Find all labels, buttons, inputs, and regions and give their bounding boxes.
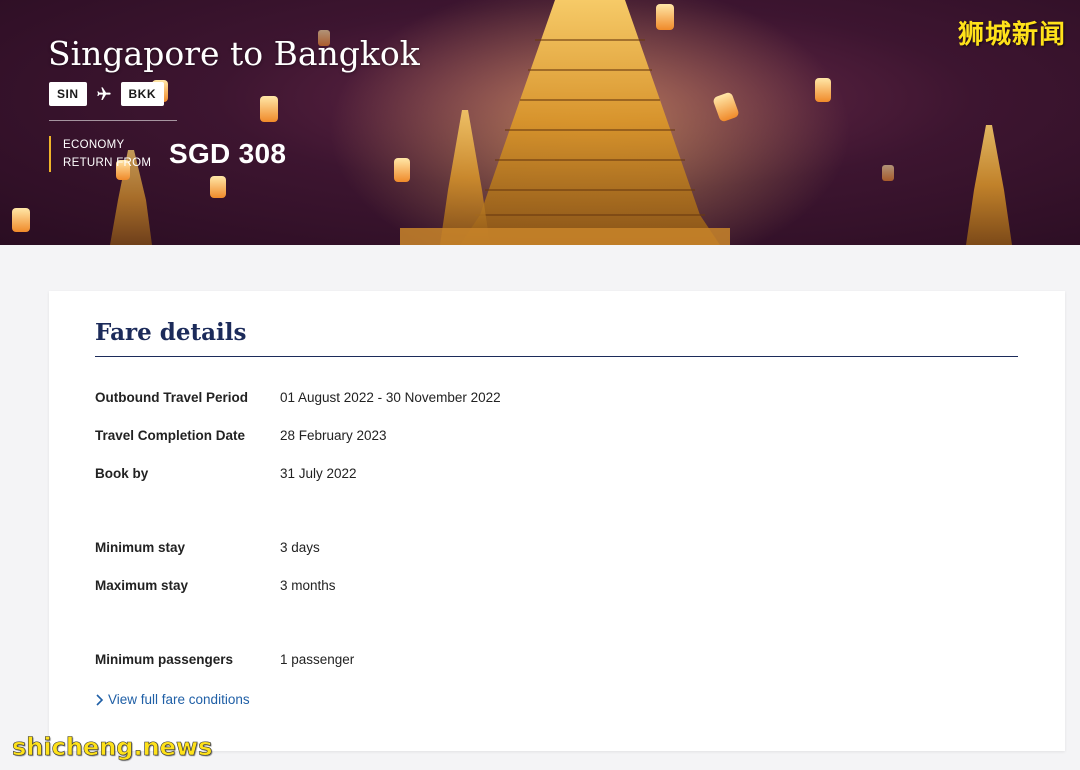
hero-banner: 狮城新闻 Singapore to Bangkok SIN BKK ECONOM… (0, 0, 1080, 245)
detail-label: Travel Completion Date (95, 428, 246, 443)
detail-label: Minimum stay (95, 540, 186, 555)
detail-value: 31 July 2022 (280, 466, 357, 481)
watermark-bottom: shicheng.news (12, 733, 213, 762)
detail-label: Outbound Travel Period (95, 390, 249, 405)
detail-value: 1 passenger (280, 652, 355, 667)
detail-value: 01 August 2022 - 30 November 2022 (280, 390, 501, 405)
fare-details-title: Fare details (95, 319, 247, 346)
view-fare-conditions-label: View full fare conditions (108, 692, 250, 707)
fare-details-card: Fare details Outbound Travel Period 01 A… (49, 291, 1065, 751)
detail-label: Book by (95, 466, 149, 481)
destination-code-badge: BKK (120, 82, 165, 106)
hero-divider (49, 120, 177, 121)
trip-type-label: RETURN FROM (63, 157, 152, 169)
chevron-right-icon (95, 693, 107, 707)
cabin-class-label: ECONOMY (63, 139, 125, 151)
origin-code-badge: SIN (49, 82, 87, 106)
detail-label: Minimum passengers (95, 652, 234, 667)
route-title: Singapore to Bangkok (48, 34, 420, 73)
detail-value: 3 months (280, 578, 336, 593)
watermark-top: 狮城新闻 (957, 20, 1066, 50)
detail-value: 3 days (280, 540, 320, 555)
fare-type-block: ECONOMY RETURN FROM (49, 136, 151, 172)
route-codes: SIN BKK (49, 82, 165, 106)
fare-price: SGD 308 (169, 138, 287, 169)
detail-value: 28 February 2023 (280, 428, 387, 443)
airplane-icon (87, 86, 121, 102)
title-divider (95, 356, 1018, 357)
view-fare-conditions-link[interactable]: View full fare conditions (95, 692, 250, 707)
detail-label: Maximum stay (95, 578, 189, 593)
